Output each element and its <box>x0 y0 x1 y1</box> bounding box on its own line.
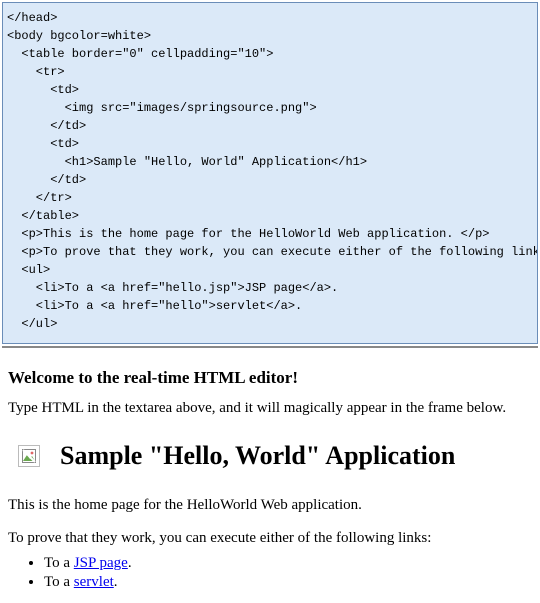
code-line[interactable]: <li>To a <a href="hello">servlet</a>. <box>7 297 533 315</box>
html-editor-pane[interactable]: </head><body bgcolor=white> <table borde… <box>2 2 538 344</box>
sample-link-list: To a JSP page.To a servlet. <box>8 555 532 591</box>
code-line[interactable]: </head> <box>7 9 533 27</box>
code-line[interactable]: <p>To prove that they work, you can exec… <box>7 243 533 261</box>
code-line[interactable]: </td> <box>7 171 533 189</box>
sample-paragraph-2: To prove that they work, you can execute… <box>8 530 532 547</box>
code-line[interactable]: <h1>Sample "Hello, World" Application</h… <box>7 153 533 171</box>
code-line[interactable]: <li>To a <a href="hello.jsp">JSP page</a… <box>7 279 533 297</box>
sample-app-heading: Sample "Hello, World" Application <box>60 441 455 471</box>
code-line[interactable]: <table border="0" cellpadding="10"> <box>7 45 533 63</box>
code-line[interactable]: </td> <box>7 117 533 135</box>
code-line[interactable]: <td> <box>7 135 533 153</box>
list-item-prefix: To a <box>44 574 74 590</box>
code-line[interactable]: </tr> <box>7 189 533 207</box>
sample-paragraph-1: This is the home page for the HelloWorld… <box>8 497 532 514</box>
sample-layout-table: Sample "Hello, World" Application <box>8 431 465 481</box>
sample-link[interactable]: servlet <box>74 574 114 590</box>
list-item-suffix: . <box>114 574 118 590</box>
code-line[interactable]: <img src="images/springsource.png"> <box>7 99 533 117</box>
code-line[interactable]: </table> <box>7 207 533 225</box>
welcome-heading: Welcome to the real-time HTML editor! <box>8 368 532 388</box>
code-line[interactable]: <ul> <box>7 261 533 279</box>
broken-image-icon <box>18 445 40 467</box>
sample-link[interactable]: JSP page <box>74 555 128 571</box>
list-item-suffix: . <box>128 555 132 571</box>
list-item: To a servlet. <box>44 574 532 591</box>
code-line[interactable]: <body bgcolor=white> <box>7 27 533 45</box>
preview-pane: Welcome to the real-time HTML editor! Ty… <box>0 348 540 603</box>
list-item: To a JSP page. <box>44 555 532 572</box>
code-line[interactable]: </ul> <box>7 315 533 333</box>
code-line[interactable]: <tr> <box>7 63 533 81</box>
intro-text: Type HTML in the textarea above, and it … <box>8 400 532 417</box>
list-item-prefix: To a <box>44 555 74 571</box>
code-line[interactable]: <td> <box>7 81 533 99</box>
rendered-html-area: Sample "Hello, World" Application This i… <box>8 431 532 591</box>
code-line[interactable]: <p>This is the home page for the HelloWo… <box>7 225 533 243</box>
